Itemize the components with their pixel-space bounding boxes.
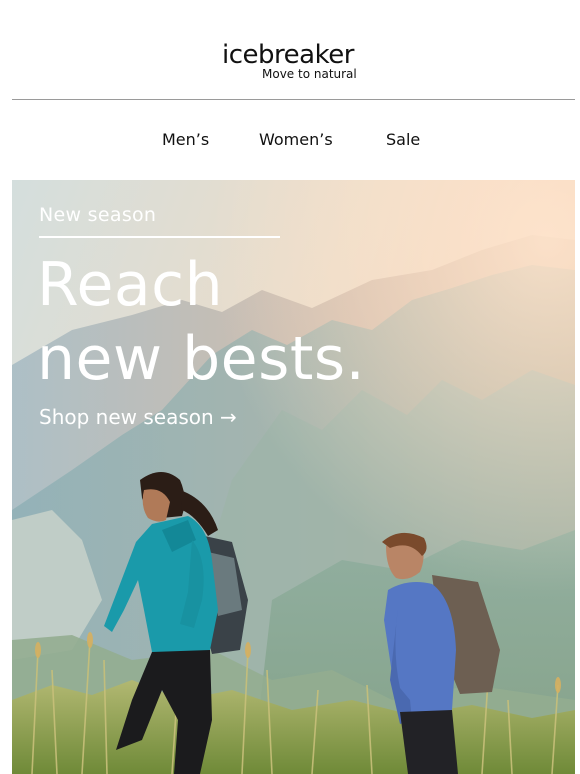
email-header: icebreaker Move to natural bbox=[0, 0, 580, 100]
nav-item-womens[interactable]: Women’s bbox=[259, 126, 333, 154]
headline-line-2: new bests. bbox=[37, 324, 366, 394]
hero-headline: Reach new bests. bbox=[37, 248, 365, 396]
brand-logo[interactable]: icebreaker Move to natural bbox=[222, 40, 372, 84]
hero-eyebrow: New season bbox=[39, 204, 157, 226]
shop-new-season-link[interactable]: Shop new season → bbox=[39, 404, 237, 430]
nav-item-sale[interactable]: Sale bbox=[386, 126, 420, 154]
main-nav: Men’s Women’s Sale bbox=[0, 126, 580, 156]
eyebrow-divider bbox=[39, 236, 280, 238]
nav-item-mens[interactable]: Men’s bbox=[162, 126, 209, 154]
header-divider bbox=[12, 99, 575, 100]
hero-banner[interactable]: New season Reach new bests. Shop new sea… bbox=[12, 180, 575, 774]
headline-line-1: Reach bbox=[37, 250, 224, 320]
brand-wordmark: icebreaker bbox=[222, 40, 354, 70]
brand-tagline: Move to natural bbox=[262, 67, 357, 81]
